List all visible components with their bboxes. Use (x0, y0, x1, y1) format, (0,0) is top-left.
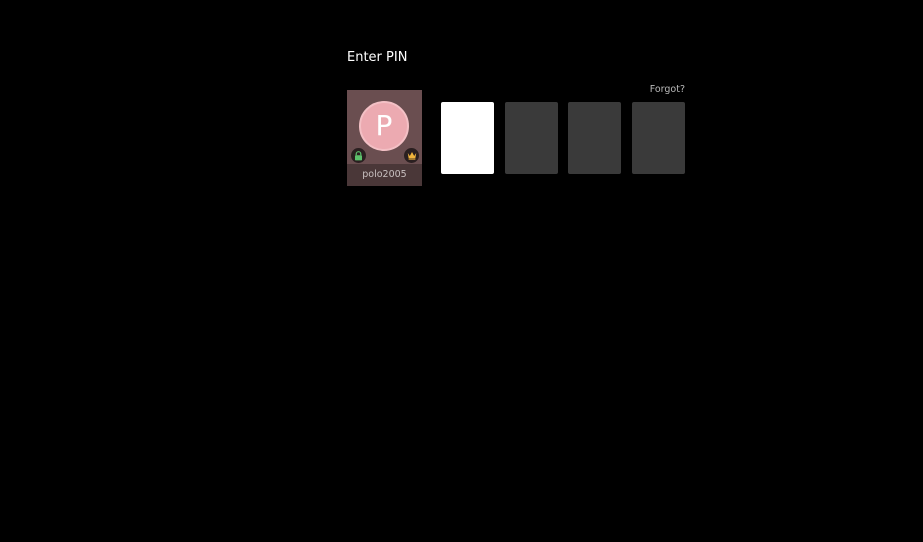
profile-username: polo2005 (362, 169, 407, 180)
pin-digit-box[interactable] (631, 102, 685, 174)
pin-entry-screen: Enter PIN Forgot? P polo2005 (0, 0, 923, 542)
crown-icon (404, 148, 419, 163)
avatar: P (359, 101, 409, 151)
page-title: Enter PIN (347, 50, 408, 65)
pin-digit-box[interactable] (568, 102, 621, 174)
lock-icon (351, 148, 366, 163)
pin-digit-box[interactable] (504, 102, 558, 174)
profile-card[interactable]: P polo2005 (347, 90, 422, 186)
pin-digit-box[interactable] (441, 102, 494, 174)
avatar-area: P (347, 90, 422, 164)
forgot-pin-link[interactable]: Forgot? (650, 83, 685, 96)
